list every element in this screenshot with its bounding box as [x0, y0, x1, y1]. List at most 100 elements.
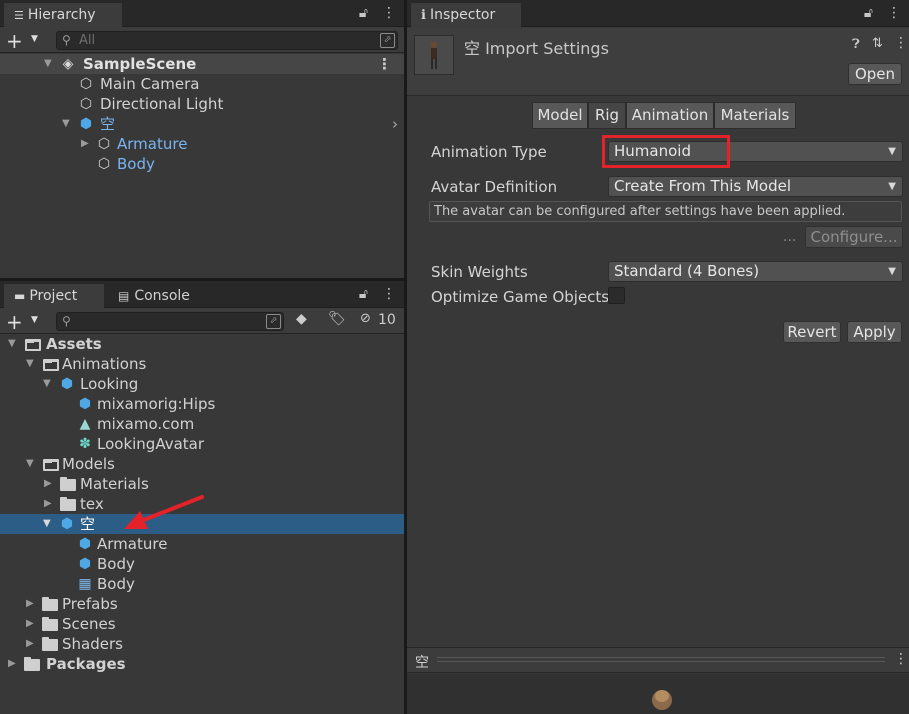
- expand-arrow-icon[interactable]: ▼: [62, 114, 70, 134]
- expand-arrow-icon[interactable]: ▼: [26, 354, 34, 374]
- dropdown-arrow-icon: ▼: [888, 181, 896, 192]
- create-plus-icon[interactable]: +: [6, 29, 23, 53]
- hidden-count: 10: [378, 312, 396, 328]
- kebab-menu-icon[interactable]: ⋮: [382, 286, 396, 302]
- folder-icon: [60, 477, 76, 491]
- tree-item[interactable]: ▦ Body: [0, 574, 404, 594]
- tab-hierarchy[interactable]: ☰ Hierarchy: [4, 3, 122, 28]
- skin-weights-dropdown[interactable]: Standard (4 Bones) ▼: [608, 261, 903, 282]
- help-icon[interactable]: ❓︎: [852, 37, 860, 52]
- expand-arrow-icon[interactable]: ▼: [43, 514, 51, 534]
- tree-item[interactable]: ⬢ Armature: [0, 534, 404, 554]
- hierarchy-item[interactable]: ▼ ⬢ 空 ›: [0, 114, 404, 134]
- kebab-menu-icon[interactable]: ⋮: [894, 651, 908, 667]
- avatar-figure-icon: ✽: [79, 436, 91, 452]
- hierarchy-search-input[interactable]: ⚲ All ⬀: [56, 31, 398, 50]
- open-button[interactable]: Open: [848, 63, 902, 85]
- lock-icon[interactable]: 🔓︎: [864, 5, 873, 21]
- hierarchy-item[interactable]: ⬡ Body: [0, 154, 404, 174]
- tree-item[interactable]: ⬢ Body: [0, 554, 404, 574]
- dropdown-arrow-icon: ▼: [888, 266, 896, 277]
- tree-item[interactable]: ✽ LookingAvatar: [0, 434, 404, 454]
- tree-item[interactable]: ▲ mixamo.com: [0, 414, 404, 434]
- expand-arrow-icon[interactable]: ▼: [43, 374, 51, 394]
- preview-drag-bar[interactable]: [437, 657, 885, 662]
- chevron-right-icon[interactable]: ›: [392, 114, 398, 134]
- folder-icon: [60, 497, 76, 511]
- gameobject-cube-icon: ⬡: [97, 156, 111, 172]
- tree-item-assets[interactable]: ▼ Assets: [0, 334, 404, 354]
- tab-inspector[interactable]: ℹ Inspector: [411, 3, 521, 28]
- kebab-menu-icon[interactable]: ⋮: [894, 35, 908, 51]
- folder-icon: ▬: [14, 289, 26, 303]
- expand-arrow-icon[interactable]: ▼: [26, 454, 34, 474]
- folder-icon: [24, 657, 40, 671]
- model-prefab-icon: ⬢: [60, 516, 74, 532]
- gameobject-cube-icon: ⬡: [79, 76, 93, 92]
- model-prefab-icon: ⬢: [78, 556, 92, 572]
- highlight-box: [602, 135, 730, 168]
- expand-arrow-icon[interactable]: ▼: [44, 54, 52, 74]
- collapsed-arrow-icon[interactable]: ▶: [8, 654, 16, 674]
- hidden-packages-icon[interactable]: ⊘: [360, 311, 371, 326]
- avatar-help-box: The avatar can be configured after setti…: [429, 201, 902, 222]
- scene-row[interactable]: ▼ ◈ SampleScene ⋮: [0, 54, 404, 74]
- tab-rig[interactable]: Rig: [588, 102, 626, 129]
- gameobject-cube-icon: ⬡: [97, 136, 111, 152]
- chevron-down-icon[interactable]: ▼: [31, 34, 38, 44]
- lock-icon[interactable]: 🔓︎: [359, 5, 368, 21]
- scene-menu-icon[interactable]: ⋮: [377, 54, 392, 74]
- tree-item[interactable]: ▼ ⬢ Looking: [0, 374, 404, 394]
- tree-item[interactable]: ▶ Scenes: [0, 614, 404, 634]
- filter-by-type-icon[interactable]: ◆: [296, 311, 307, 327]
- collapsed-arrow-icon[interactable]: ▶: [81, 134, 89, 154]
- hierarchy-item[interactable]: ▶ ⬡ Armature: [0, 134, 404, 154]
- project-search-input[interactable]: ⚲ ⬀: [56, 312, 284, 331]
- collapsed-arrow-icon[interactable]: ▶: [26, 594, 34, 614]
- avatar-definition-label: Avatar Definition: [431, 178, 558, 196]
- tree-item[interactable]: ⬢ mixamorig:Hips: [0, 394, 404, 414]
- folder-icon: [42, 637, 58, 651]
- apply-button[interactable]: Apply: [847, 321, 902, 343]
- hierarchy-item[interactable]: ⬡ Main Camera: [0, 74, 404, 94]
- gameobject-cube-icon: ⬡: [79, 96, 93, 112]
- tab-model[interactable]: Model: [532, 102, 588, 129]
- filter-by-label-icon[interactable]: 🏷︎: [328, 311, 346, 327]
- tab-animation[interactable]: Animation: [626, 102, 714, 129]
- collapsed-arrow-icon[interactable]: ▶: [26, 634, 34, 654]
- optimize-checkbox[interactable]: [608, 287, 625, 304]
- create-plus-icon[interactable]: +: [6, 310, 23, 334]
- ellipsis-label: ...: [783, 229, 797, 245]
- preview-viewport[interactable]: [407, 674, 909, 714]
- open-folder-icon: [25, 339, 41, 351]
- tab-project[interactable]: ▬ Project: [4, 284, 104, 309]
- model-prefab-icon: ⬢: [78, 536, 92, 552]
- tree-item[interactable]: ▶ Shaders: [0, 634, 404, 654]
- chevron-down-icon[interactable]: ▼: [31, 315, 38, 325]
- configure-button[interactable]: Configure...: [805, 226, 903, 248]
- info-icon: ℹ: [421, 8, 426, 23]
- search-options-icon[interactable]: ⬀: [380, 33, 395, 48]
- tree-item[interactable]: ▼ Models: [0, 454, 404, 474]
- expand-arrow-icon[interactable]: ▼: [8, 334, 16, 354]
- kebab-menu-icon[interactable]: ⋮: [887, 5, 901, 21]
- tab-materials[interactable]: Materials: [714, 102, 796, 129]
- lock-icon[interactable]: 🔓︎: [359, 286, 368, 302]
- revert-button[interactable]: Revert: [783, 321, 841, 343]
- tree-item[interactable]: ▼ Animations: [0, 354, 404, 374]
- animation-clip-icon: ▲: [79, 416, 91, 432]
- collapsed-arrow-icon[interactable]: ▶: [44, 494, 52, 514]
- tree-item[interactable]: ▶ Prefabs: [0, 594, 404, 614]
- preset-icon[interactable]: ⇅: [872, 36, 883, 51]
- kebab-menu-icon[interactable]: ⋮: [382, 5, 396, 21]
- search-options-icon[interactable]: ⬀: [266, 314, 281, 329]
- tree-item-packages[interactable]: ▶ Packages: [0, 654, 404, 674]
- collapsed-arrow-icon[interactable]: ▶: [26, 614, 34, 634]
- character-figure-icon: [431, 42, 437, 69]
- hierarchy-item[interactable]: ⬡ Directional Light: [0, 94, 404, 114]
- hierarchy-toolbar: + ▼ ⚲ All ⬀: [0, 27, 404, 53]
- project-panel: ▬ Project ▤ Console 🔓︎ ⋮ + ▼ ⚲ ⬀ ◆ 🏷︎ ⊘ 10…: [0, 281, 404, 714]
- tab-console[interactable]: ▤ Console: [108, 284, 208, 309]
- collapsed-arrow-icon[interactable]: ▶: [44, 474, 52, 494]
- avatar-definition-dropdown[interactable]: Create From This Model ▼: [608, 176, 903, 197]
